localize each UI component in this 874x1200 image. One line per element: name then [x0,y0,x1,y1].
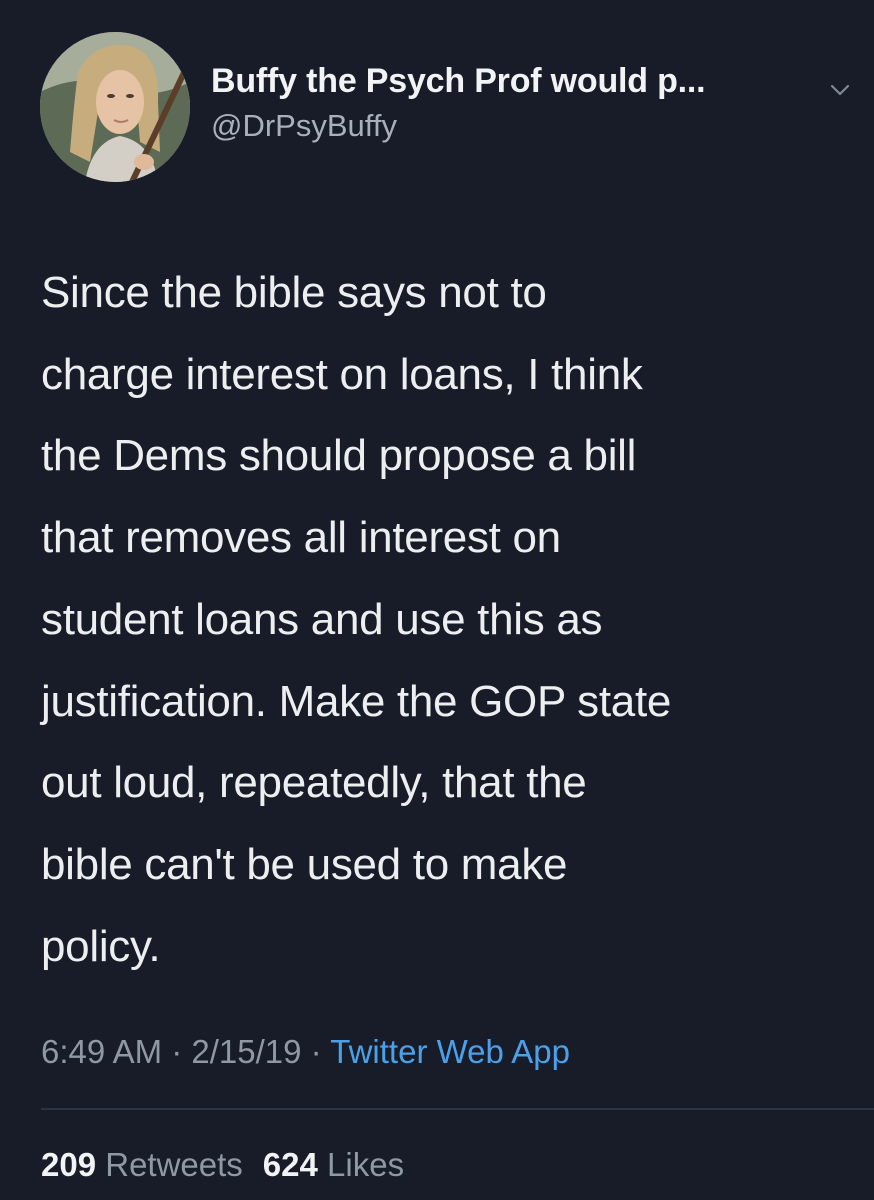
retweets-label: Retweets [105,1146,243,1183]
tweet-text-line: that removes all interest on [41,513,561,563]
tweet-text-line: the Dems should propose a bill [41,431,637,481]
tweet-text-line: Since the bible says not to [41,268,547,317]
avatar-image [40,32,190,182]
retweets-count: 209 [41,1146,97,1183]
tweet-text: Since the bible says not to charge inter… [41,252,851,987]
likes-count: 624 [262,1146,318,1183]
retweets-stat[interactable]: 209 Retweets [41,1146,243,1183]
user-handle[interactable]: @DrPsyBuffy [211,108,397,144]
tweet-time[interactable]: 6:49 AM [41,1033,162,1070]
display-name[interactable]: Buffy the Psych Prof would p... [211,62,706,101]
tweet-metadata: 6:49 AM · 2/15/19 · Twitter Web App [41,1033,570,1071]
tweet-text-line: charge interest on loans, I think [41,349,643,399]
tweet-stats: 209 Retweets 624 Likes [41,1146,404,1184]
likes-label: Likes [327,1146,405,1183]
meta-separator: · [301,1033,331,1070]
avatar[interactable] [40,32,190,182]
chevron-down-icon[interactable] [829,82,851,98]
meta-separator: · [162,1033,192,1070]
tweet-date[interactable]: 2/15/19 [191,1033,301,1070]
tweet-text-line: policy. [41,921,161,971]
divider [41,1108,874,1110]
tweet-text-line: bible can't be used to make [41,839,568,889]
tweet-text-line: out loud, repeatedly, that the [41,758,587,808]
tweet-text-line: student loans and use this as [41,594,603,644]
tweet-text-line: justification. Make the GOP state [41,676,672,726]
tweet-source-link[interactable]: Twitter Web App [330,1033,570,1070]
likes-stat[interactable]: 624 Likes [263,1146,404,1183]
tweet-card: Buffy the Psych Prof would p... @DrPsyBu… [0,0,874,1200]
